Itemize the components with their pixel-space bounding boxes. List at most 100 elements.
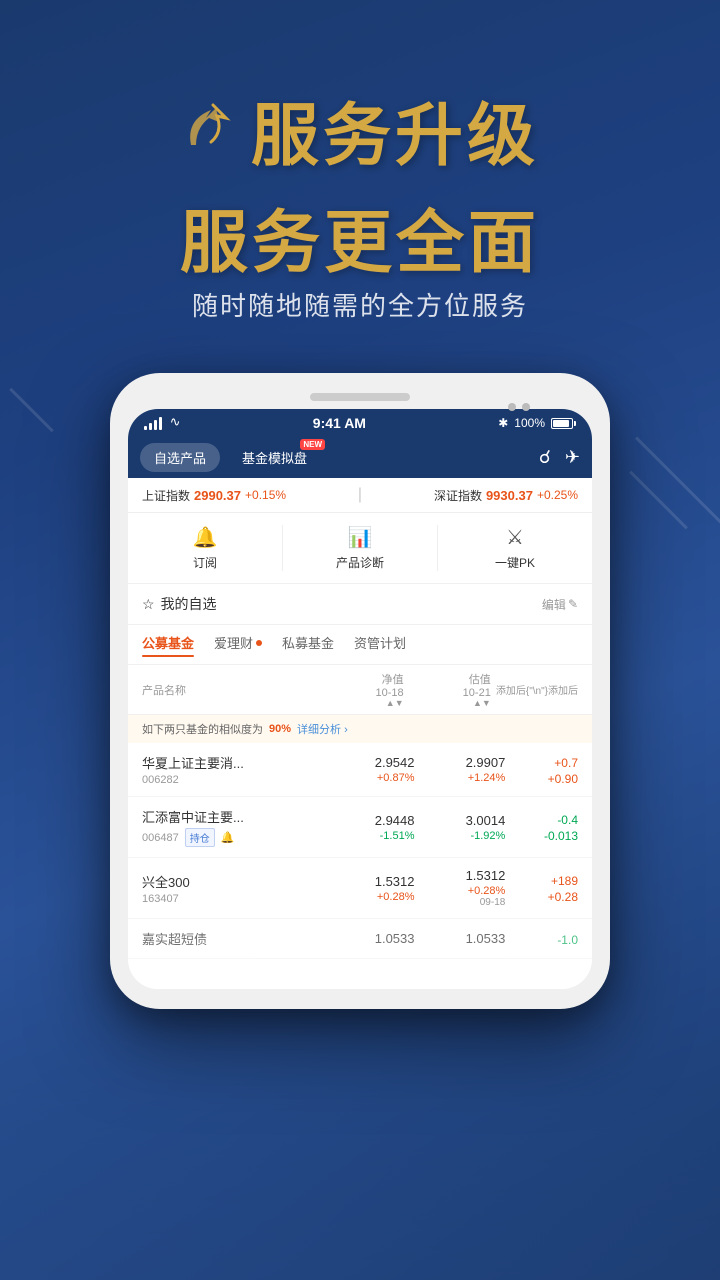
- tab-private-fund-label: 私募基金: [282, 633, 334, 652]
- fund-est-3: 1.5312 +0.28% 09-18: [415, 868, 506, 908]
- table-header: 产品名称 净值 10-18 ▲▼ 估值 10-21 ▲▼ 添加后{"\n"}添加…: [128, 665, 592, 715]
- shenzhen-index-name: 深证指数: [434, 487, 482, 504]
- fund-code-2: 006487: [142, 832, 179, 844]
- shenzhen-index-value: 9930.37: [486, 488, 533, 503]
- search-icon[interactable]: ☌: [539, 447, 551, 468]
- fund-info-4: 嘉实超短债: [142, 929, 324, 948]
- wifi-icon: ∿: [170, 414, 181, 430]
- col-nav-arrows: ▲▼: [386, 699, 404, 708]
- phone-screen: ∿ 9:41 AM ✱ 100% 自选产品: [128, 409, 592, 989]
- category-tabs: 公募基金 爱理财 私募基金 资管计划: [128, 625, 592, 665]
- fund-add-value2-1: +0.90: [505, 772, 578, 786]
- header-icons: ☌ ✈: [539, 447, 580, 468]
- col-add-label: 添加后{"\n"}添加后: [496, 682, 578, 697]
- fund-est-change-1: +1.24%: [415, 772, 506, 784]
- section-edit[interactable]: 编辑 ✎: [542, 596, 578, 613]
- status-bar: ∿ 9:41 AM ✱ 100%: [128, 409, 592, 437]
- col-est-header: 估值 10-21 ▲▼: [404, 671, 491, 708]
- fund-row-2[interactable]: 汇添富中证主要... 006487 持仓 🔔 2.9448 -1.51% 3.0…: [128, 797, 592, 858]
- shanghai-index-value: 2990.37: [194, 488, 241, 503]
- diagnose-icon: 📊: [348, 525, 373, 550]
- status-time: 9:41 AM: [313, 415, 366, 431]
- battery-fill: [553, 420, 569, 427]
- tab-self-select-label: 自选产品: [154, 451, 206, 466]
- fund-est-change-3: +0.28%: [415, 885, 506, 897]
- signal-bar-2: [149, 423, 152, 430]
- tab-wealth[interactable]: 爱理财: [214, 633, 262, 656]
- pk-icon: ⚔: [506, 525, 524, 550]
- edit-label: 编辑: [542, 596, 566, 613]
- pk-label: 一键PK: [495, 554, 535, 571]
- camera-dot-1: [508, 403, 516, 411]
- fund-est-2: 3.0014 -1.92%: [415, 813, 506, 842]
- camera-dot-2: [522, 403, 530, 411]
- fund-info-1: 华夏上证主要消... 006282: [142, 753, 324, 786]
- shenzhen-index-change: +0.25%: [537, 488, 578, 502]
- similarity-pct: 90%: [269, 723, 291, 735]
- hero-title-text1: 服务升级: [251, 80, 539, 179]
- fund-code-row-2: 006487 持仓 🔔: [142, 828, 324, 847]
- tab-fund-sim-label: 基金模拟盘: [242, 451, 307, 466]
- func-diagnose[interactable]: 📊 产品诊断: [283, 525, 437, 571]
- fund-add-value-3: +189: [505, 874, 578, 888]
- signal-bar-1: [144, 426, 147, 430]
- signal-bar-4: [159, 417, 162, 430]
- fund-est-value-4: 1.0533: [415, 931, 506, 946]
- col-add-header: 添加后{"\n"}添加后: [491, 682, 578, 697]
- tab-fund-sim[interactable]: 基金模拟盘 NEW: [228, 443, 321, 472]
- phone-speaker: [310, 393, 410, 401]
- fund-row-4[interactable]: 嘉实超短债 1.0533 1.0533 -1.0: [128, 919, 592, 959]
- watchlist-title: 我的自选: [161, 594, 217, 614]
- watchlist-icon: ☆: [142, 596, 155, 613]
- fund-add-value-1: +0.7: [505, 756, 578, 770]
- tab-private-fund[interactable]: 私募基金: [282, 633, 334, 656]
- signal-bars: ∿: [144, 416, 181, 430]
- fund-bell-icon: 🔔: [221, 831, 235, 844]
- fund-row-3[interactable]: 兴全300 163407 1.5312 +0.28% 1.5312 +0.28%…: [128, 858, 592, 919]
- phone-mockup: ∿ 9:41 AM ✱ 100% 自选产品: [110, 373, 610, 1009]
- func-bar: 🔔 订阅 📊 产品诊断 ⚔ 一键PK: [128, 513, 592, 584]
- fund-est-change-2: -1.92%: [415, 830, 506, 842]
- fund-nav-value-2: 2.9448: [324, 813, 415, 828]
- col-est-label: 估值: [469, 671, 491, 687]
- func-subscribe[interactable]: 🔔 订阅: [128, 525, 282, 571]
- fund-nav-value-4: 1.0533: [324, 931, 415, 946]
- battery-tip: [574, 421, 576, 426]
- fund-nav-change-2: -1.51%: [324, 830, 415, 842]
- fund-add-1: +0.7 +0.90: [505, 754, 578, 786]
- similarity-link[interactable]: 详细分析 ›: [297, 721, 348, 737]
- hero-subtitle: 随时随地随需的全方位服务: [0, 286, 720, 323]
- battery-pct: 100%: [514, 416, 545, 430]
- fund-nav-value-1: 2.9542: [324, 755, 415, 770]
- fund-code-row-1: 006282: [142, 774, 324, 786]
- tab-public-fund[interactable]: 公募基金: [142, 633, 194, 656]
- index-divider: |: [358, 486, 362, 504]
- headset-icon[interactable]: ✈: [565, 447, 580, 468]
- fund-nav-3: 1.5312 +0.28%: [324, 874, 415, 903]
- fund-nav-change-3: +0.28%: [324, 891, 415, 903]
- shanghai-index-change: +0.15%: [245, 488, 286, 502]
- fund-nav-2: 2.9448 -1.51%: [324, 813, 415, 842]
- col-est-arrows: ▲▼: [473, 699, 491, 708]
- fund-add-value-2: -0.4: [505, 813, 578, 827]
- battery-body: [551, 418, 573, 429]
- fund-info-2: 汇添富中证主要... 006487 持仓 🔔: [142, 807, 324, 847]
- fund-name-4: 嘉实超短债: [142, 929, 324, 948]
- hero-title-row2: 服务更全面: [0, 187, 720, 286]
- fund-add-value2-3: +0.28: [505, 890, 578, 904]
- fund-nav-change-1: +0.87%: [324, 772, 415, 784]
- hero-section: 服务升级 服务更全面 随时随地随需的全方位服务: [0, 0, 720, 323]
- index-bar: 上证指数 2990.37 +0.15% | 深证指数 9930.37 +0.25…: [128, 478, 592, 513]
- similarity-alert: 如下两只基金的相似度为 90% 详细分析 ›: [128, 715, 592, 743]
- fund-add-3: +189 +0.28: [505, 872, 578, 904]
- tab-self-select[interactable]: 自选产品: [140, 443, 220, 472]
- fund-code-1: 006282: [142, 774, 179, 786]
- hero-title-text2: 服务更全面: [180, 205, 540, 281]
- func-pk[interactable]: ⚔ 一键PK: [438, 525, 592, 571]
- fund-row-1[interactable]: 华夏上证主要消... 006282 2.9542 +0.87% 2.9907 +…: [128, 743, 592, 797]
- tab-asset-mgmt[interactable]: 资管计划: [354, 633, 406, 656]
- signal-bar-3: [154, 420, 157, 430]
- tab-wealth-label: 爱理财: [214, 633, 253, 652]
- diagnose-label: 产品诊断: [336, 554, 384, 571]
- col-name-header: 产品名称: [142, 682, 316, 698]
